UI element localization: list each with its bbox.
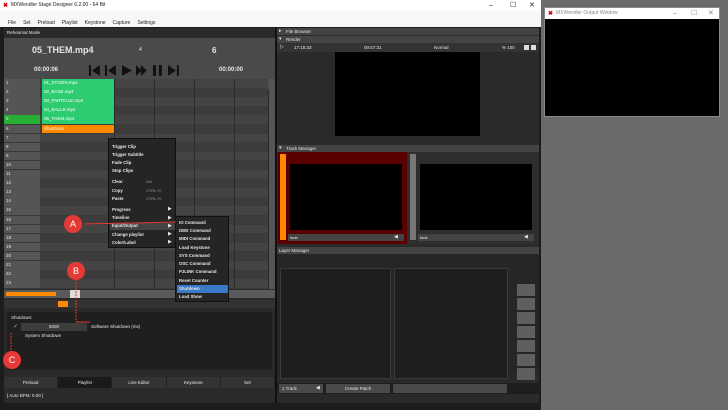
annotation-a: A (64, 215, 82, 233)
output-window: ✖ MXWendler Output Window – ☐ ✕ (544, 7, 720, 117)
output-maximize-button[interactable]: ☐ (691, 10, 697, 17)
annotation-c: C (3, 351, 21, 369)
output-close-button[interactable]: ✕ (708, 10, 714, 17)
annotation-b: B (67, 262, 85, 280)
output-titlebar[interactable]: ✖ MXWendler Output Window – ☐ ✕ (545, 8, 719, 19)
output-app-icon: ✖ (548, 11, 554, 17)
output-minimize-button[interactable]: – (673, 10, 677, 17)
output-title: MXWendler Output Window (556, 10, 618, 16)
